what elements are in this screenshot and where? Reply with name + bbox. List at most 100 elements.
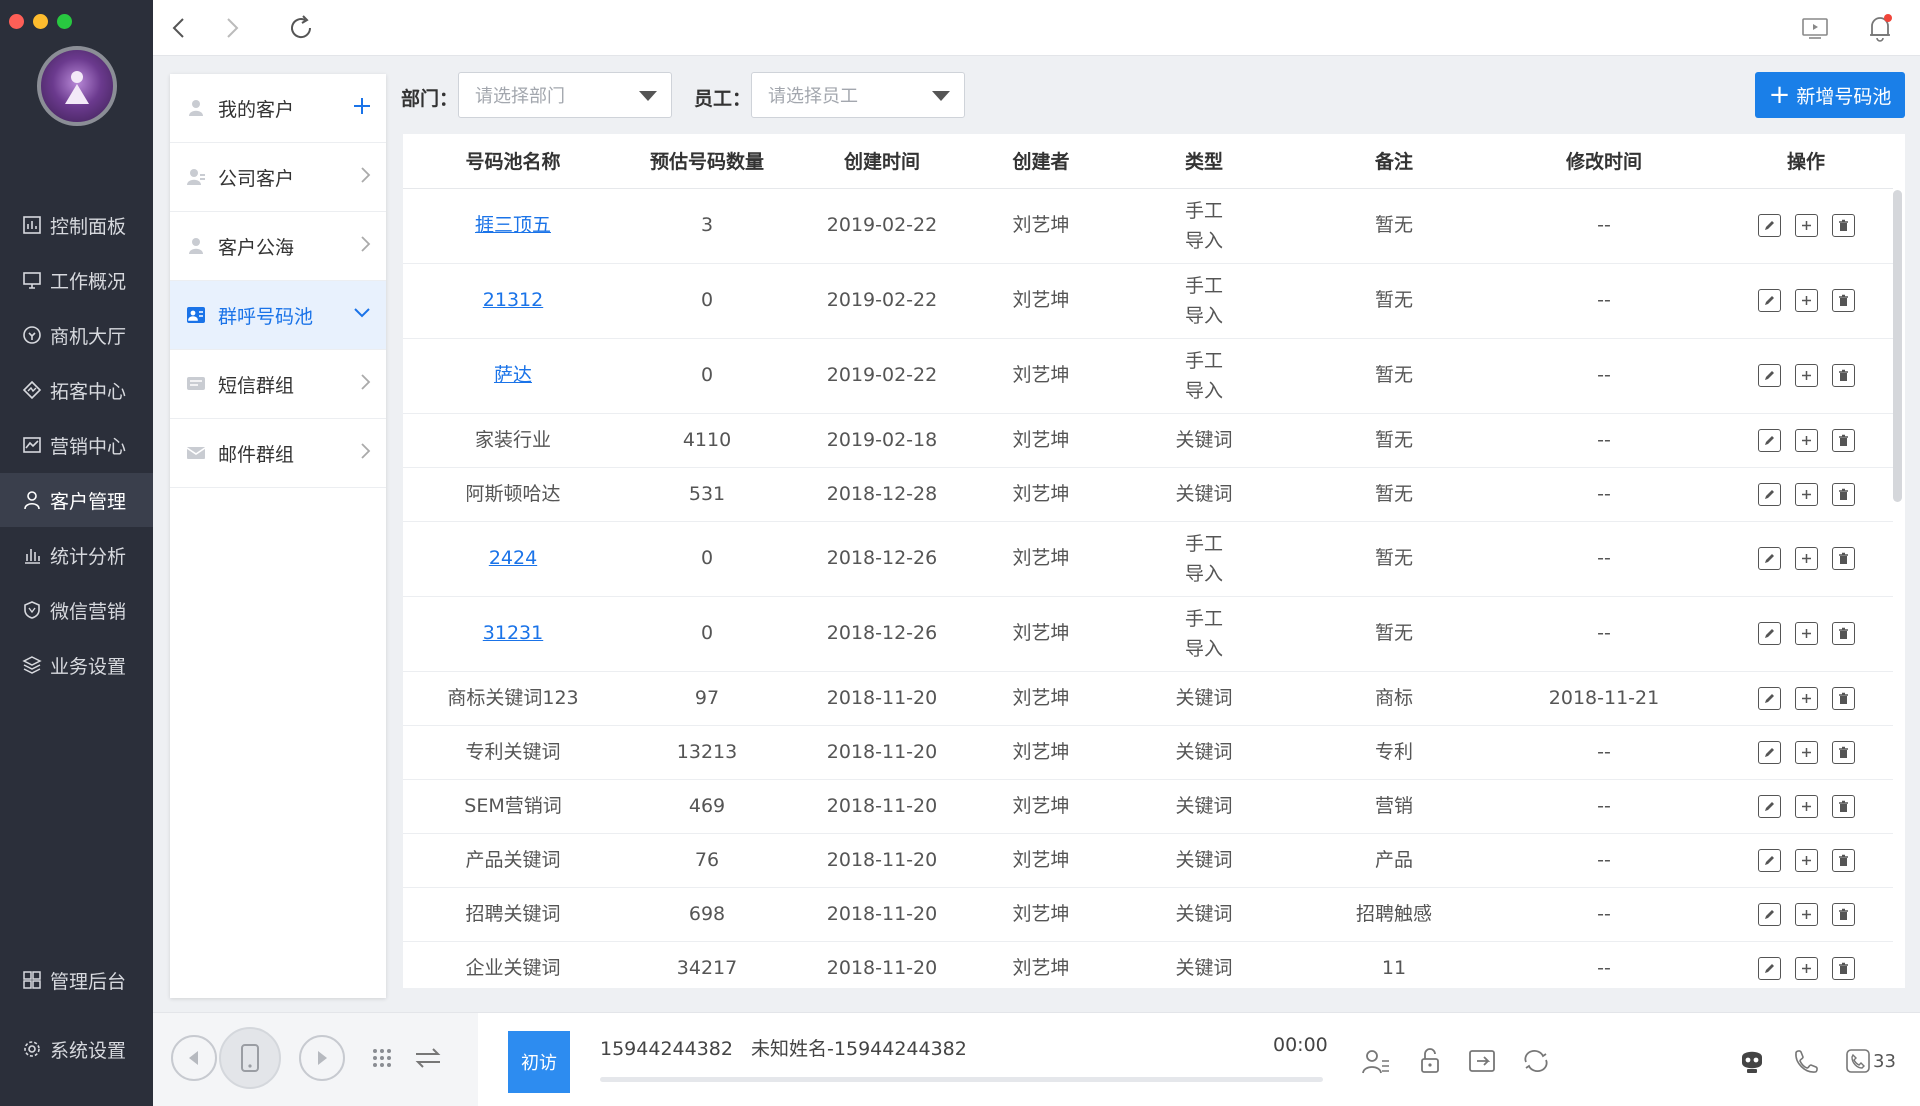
plus-icon [1800, 488, 1813, 501]
sidebar-item-1[interactable]: 控制面板 [0, 198, 153, 252]
next-call-button[interactable] [299, 1035, 345, 1081]
sidebar-item-8[interactable]: 微信营销 [0, 583, 153, 637]
delete-button[interactable] [1831, 686, 1855, 710]
avatar-figure-icon [65, 71, 89, 104]
add-number-button[interactable] [1794, 482, 1818, 506]
employee-select[interactable]: 请选择员工 [751, 72, 965, 118]
add-number-button[interactable] [1794, 622, 1818, 645]
edit-button[interactable] [1757, 622, 1781, 645]
callback-button[interactable] [1521, 1046, 1551, 1076]
table-scrollbar[interactable] [1893, 190, 1902, 502]
transfer-button[interactable] [413, 1045, 443, 1075]
cell-modified: -- [1489, 887, 1719, 942]
avatar[interactable] [37, 46, 117, 126]
department-select[interactable]: 请选择部门 [458, 72, 672, 118]
add-number-button[interactable] [1794, 794, 1818, 818]
add-number-button[interactable] [1794, 686, 1818, 710]
sidebar-item-7[interactable]: 统计分析 [0, 528, 153, 582]
edit-button[interactable] [1757, 214, 1781, 237]
add-number-button[interactable] [1794, 428, 1818, 452]
export-icon [1469, 1050, 1495, 1072]
delete-button[interactable] [1831, 289, 1855, 312]
pool-name-link[interactable]: 萨达 [494, 364, 532, 386]
pool-name-link[interactable]: 21312 [483, 289, 543, 311]
add-number-button[interactable] [1794, 364, 1818, 387]
previous-call-button[interactable] [171, 1035, 217, 1081]
submenu-item-6[interactable]: 邮件群组 [170, 419, 386, 488]
export-button[interactable] [1468, 1046, 1498, 1076]
edit-button[interactable] [1757, 547, 1781, 570]
delete-button[interactable] [1831, 794, 1855, 818]
edit-button[interactable] [1757, 848, 1781, 872]
chevron-down-icon [352, 303, 372, 325]
delete-button[interactable] [1831, 482, 1855, 506]
add-number-button[interactable] [1794, 902, 1818, 926]
add-number-button[interactable] [1794, 956, 1818, 980]
submenu-item-1[interactable]: 我的客户 [170, 74, 386, 143]
edit-button[interactable] [1757, 289, 1781, 312]
robot-button[interactable] [1737, 1046, 1767, 1076]
edit-button[interactable] [1757, 794, 1781, 818]
back-button[interactable] [163, 12, 195, 44]
visit-tag-button[interactable]: 初访 [508, 1031, 570, 1093]
sidebar-item-3[interactable]: 商机大厅 [0, 308, 153, 362]
pool-name-link[interactable]: 31231 [483, 622, 543, 644]
edit-button[interactable] [1757, 902, 1781, 926]
delete-button[interactable] [1831, 622, 1855, 645]
sidebar-bottom-item-1[interactable]: 管理后台 [0, 953, 153, 1007]
lock-button[interactable] [1415, 1046, 1445, 1076]
delete-button[interactable] [1831, 956, 1855, 980]
forward-button[interactable] [216, 12, 248, 44]
delete-button[interactable] [1831, 547, 1855, 570]
notification-button[interactable] [1864, 12, 1896, 44]
delete-button[interactable] [1831, 428, 1855, 452]
table-row: 萨达 0 2019-02-22 刘艺坤 手工导入 暂无 -- [403, 338, 1893, 414]
edit-button[interactable] [1757, 740, 1781, 764]
call-count-button[interactable]: 33 [1845, 1046, 1901, 1076]
submenu-item-4[interactable]: 群呼号码池 [170, 281, 386, 350]
screen-play-button[interactable] [1799, 12, 1831, 44]
add-number-button[interactable] [1794, 740, 1818, 764]
trash-icon [1837, 294, 1850, 307]
hangup-button[interactable] [1791, 1046, 1821, 1076]
sidebar-item-9[interactable]: 业务设置 [0, 638, 153, 692]
refresh-button[interactable] [285, 12, 317, 44]
submenu-item-3[interactable]: 客户公海 [170, 212, 386, 281]
cell-actions [1719, 188, 1893, 264]
sidebar-item-5[interactable]: 营销中心 [0, 418, 153, 472]
edit-button[interactable] [1757, 364, 1781, 387]
submenu-item-label: 邮件群组 [218, 443, 295, 466]
edit-button[interactable] [1757, 482, 1781, 506]
delete-button[interactable] [1831, 364, 1855, 387]
delete-button[interactable] [1831, 740, 1855, 764]
delete-button[interactable] [1831, 902, 1855, 926]
chevron-down-icon [639, 91, 657, 101]
pool-name-link[interactable]: 2424 [489, 547, 537, 569]
add-number-button[interactable] [1794, 848, 1818, 872]
submenu-item-5[interactable]: 短信群组 [170, 350, 386, 419]
dialpad-button[interactable] [371, 1047, 393, 1075]
close-window-button[interactable] [9, 14, 24, 29]
pool-name-link[interactable]: 捱三顶五 [475, 214, 551, 236]
minimize-window-button[interactable] [33, 14, 48, 29]
phone-button[interactable] [219, 1027, 281, 1089]
table-row: 企业关键词 34217 2018-11-20 刘艺坤 关键词 11 -- [403, 941, 1893, 988]
maximize-window-button[interactable] [57, 14, 72, 29]
delete-button[interactable] [1831, 214, 1855, 237]
plus-icon[interactable] [352, 96, 372, 121]
add-number-button[interactable] [1794, 547, 1818, 570]
sidebar-item-4[interactable]: 拓客中心 [0, 363, 153, 417]
submenu-item-2[interactable]: 公司客户 [170, 143, 386, 212]
add-number-button[interactable] [1794, 289, 1818, 312]
sidebar-item-6[interactable]: 客户管理 [0, 473, 153, 527]
edit-button[interactable] [1757, 428, 1781, 452]
add-pool-button[interactable]: + 新增号码池 [1755, 72, 1905, 118]
add-number-button[interactable] [1794, 214, 1818, 237]
sidebar-bottom-item-2[interactable]: 系统设置 [0, 1022, 153, 1076]
edit-button[interactable] [1757, 686, 1781, 710]
contact-list-button[interactable] [1361, 1046, 1391, 1076]
delete-button[interactable] [1831, 848, 1855, 872]
sidebar-item-2[interactable]: 工作概况 [0, 253, 153, 307]
row-actions [1719, 902, 1893, 926]
edit-button[interactable] [1757, 956, 1781, 980]
